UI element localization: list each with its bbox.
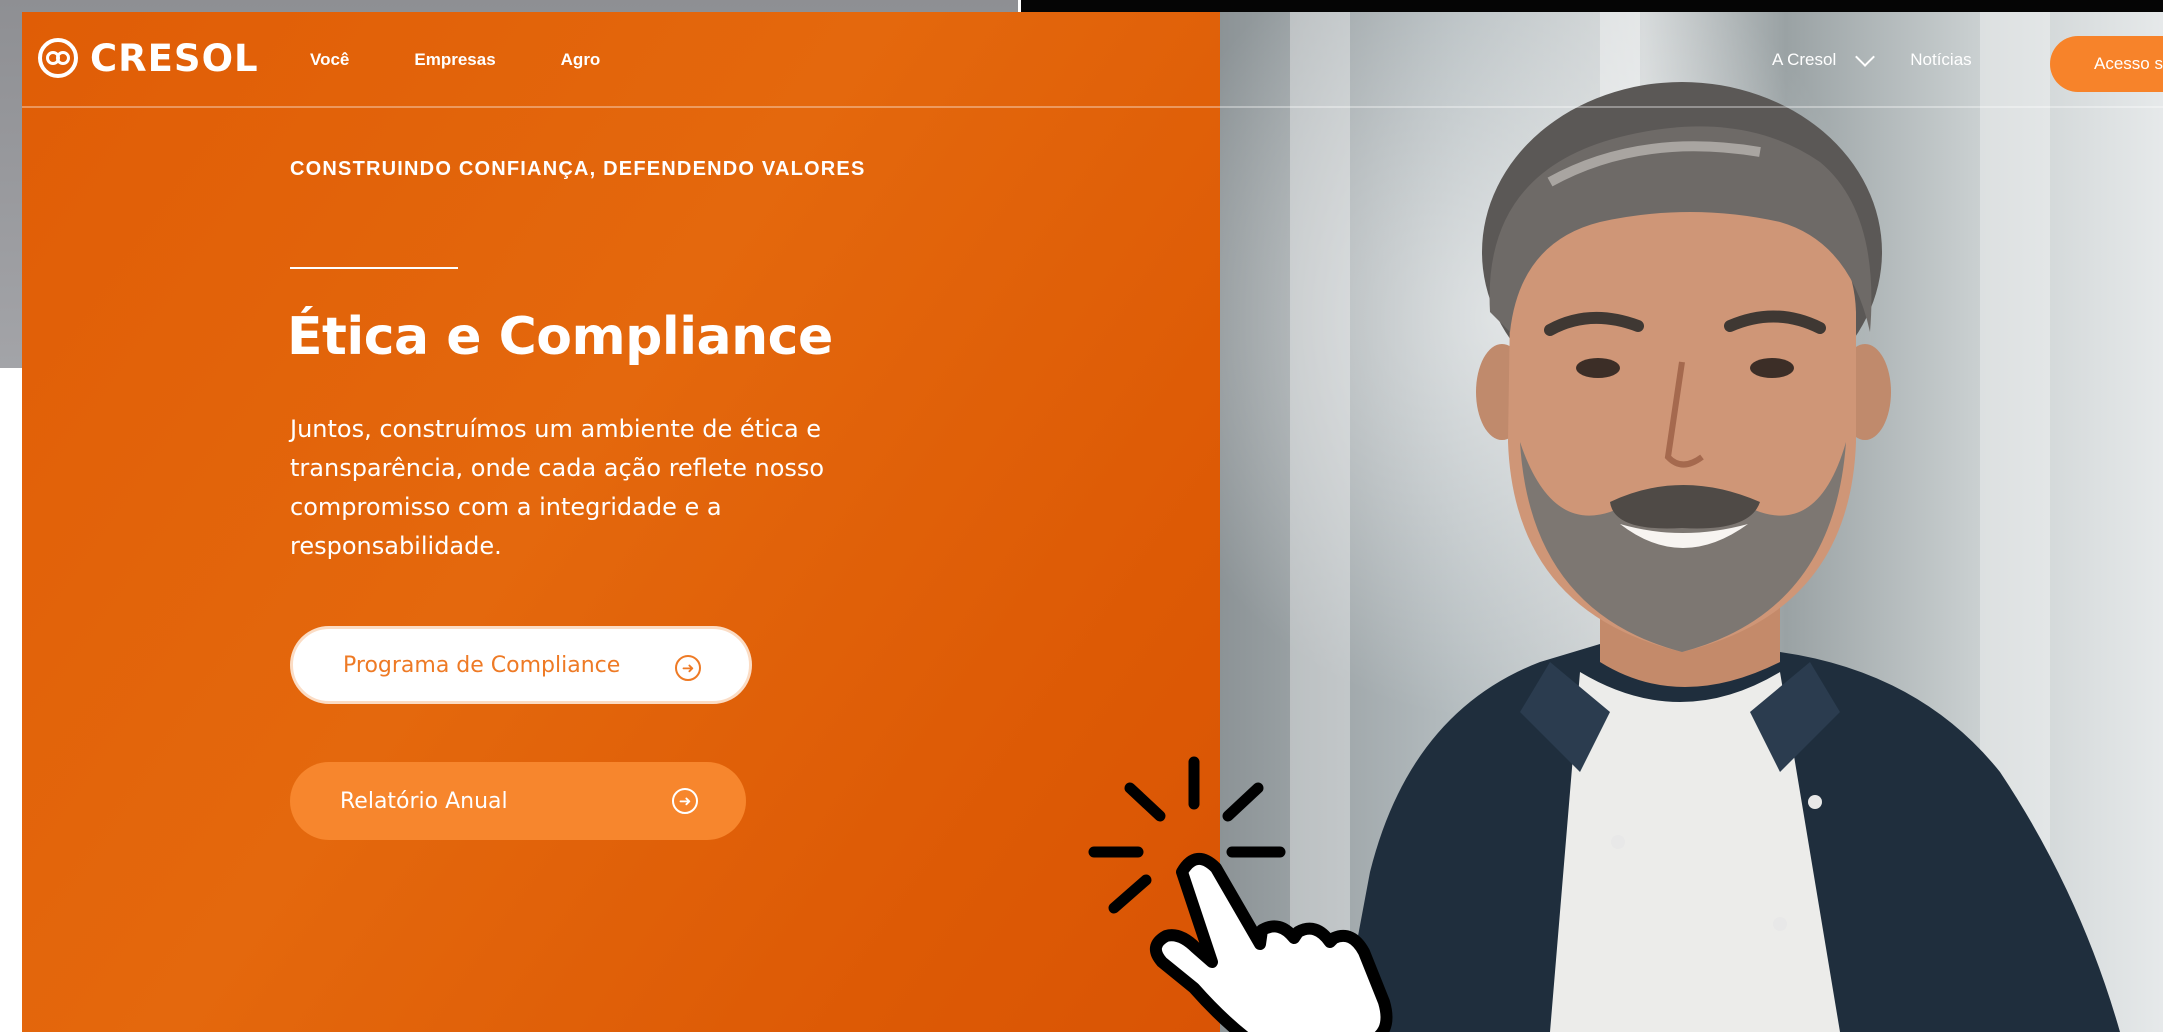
chevron-down-icon[interactable] (1855, 47, 1876, 67)
compliance-program-button[interactable]: Programa de Compliance ➜ (290, 626, 752, 704)
nav-item-noticias[interactable]: Notícias (1910, 50, 1971, 70)
brand-name: CRESOL (90, 36, 259, 80)
primary-nav: Você Empresas Agro (310, 50, 665, 70)
hero-description: Juntos, construímos um ambiente de ética… (290, 410, 880, 566)
cresol-logo-icon (38, 38, 78, 78)
description-line: responsabilidade. (290, 532, 502, 560)
secondary-nav: A Cresol Notícias (1772, 47, 1972, 70)
eyebrow-divider (290, 267, 458, 269)
nav-dropdown-a-cresol[interactable]: A Cresol (1772, 50, 1836, 70)
description-line: Juntos, construímos um ambiente de ética… (290, 415, 822, 443)
website-screen: CRESOL Você Empresas Agro A Cresol Notíc… (22, 12, 2163, 1032)
site-header: CRESOL Você Empresas Agro A Cresol Notíc… (22, 12, 2163, 108)
annual-report-label: Relatório Anual (340, 788, 508, 814)
nav-item-agro[interactable]: Agro (561, 50, 601, 70)
compliance-program-label: Programa de Compliance (343, 652, 621, 678)
nav-item-empresas[interactable]: Empresas (414, 50, 495, 70)
nav-item-voce[interactable]: Você (310, 50, 349, 70)
hero-eyebrow: CONSTRUINDO CONFIANÇA, DEFENDENDO VALORE… (290, 158, 866, 180)
description-line: transparência, onde cada ação reflete no… (290, 454, 825, 482)
access-button[interactable]: Acesso s (2050, 36, 2163, 92)
arrow-right-circle-icon: ➜ (675, 655, 701, 681)
hand-pointer-click-icon (1088, 756, 1393, 1032)
page-title: Ética e Compliance (287, 307, 833, 367)
annual-report-button[interactable]: Relatório Anual ➜ (290, 762, 746, 840)
description-line: compromisso com a integridade e a (290, 493, 722, 521)
arrow-right-circle-icon: ➜ (672, 788, 698, 814)
brand-logo[interactable]: CRESOL (38, 36, 259, 80)
